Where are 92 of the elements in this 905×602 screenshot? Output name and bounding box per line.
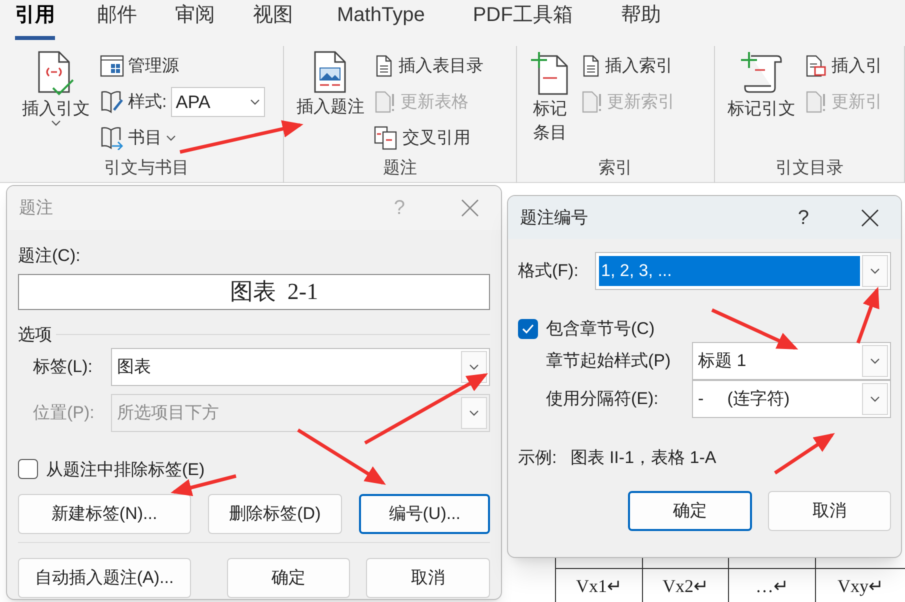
group-label: 索引: [598, 157, 634, 179]
chevron-down-icon: [870, 358, 880, 364]
dialog-button[interactable]: 确定: [226, 558, 350, 598]
document-lines-icon: [374, 55, 394, 77]
ribbon-button[interactable]: 插入表目录: [374, 50, 484, 82]
dialog-button[interactable]: 编号(U)...: [359, 494, 490, 534]
dropdown-field[interactable]: 图表: [111, 348, 490, 386]
check-icon: [522, 324, 534, 334]
ribbon-button[interactable]: 插入题注: [292, 46, 368, 157]
section-heading: 选项: [18, 324, 52, 346]
group-label: 题注: [382, 157, 418, 179]
group-label: 引文与书目: [103, 157, 190, 179]
button-label: 插入引文: [22, 98, 90, 120]
annotation-arrow: [856, 286, 880, 344]
window-title: 题注编号: [520, 206, 589, 229]
field-label: 章节起始样式(P): [545, 350, 672, 372]
table-cell: Vx2↵: [643, 568, 728, 600]
book-brush-icon: [100, 90, 124, 114]
caption-field[interactable]: 图表 2-1: [18, 274, 490, 310]
ribbon-tab[interactable]: 审阅: [175, 2, 215, 40]
ribbon-button[interactable]: 插入引: [805, 50, 882, 82]
ribbon-button[interactable]: 交叉引用: [374, 122, 484, 154]
window-title: 题注: [19, 197, 54, 220]
field-value: 图表: [116, 356, 152, 378]
table-window-icon: [100, 55, 124, 77]
button-label: 标记: [532, 98, 567, 120]
document-scroll-icon: [805, 55, 828, 77]
style-label: 样式:: [128, 91, 167, 114]
field-label: 位置(P):: [32, 402, 96, 424]
dialog-button[interactable]: 取消: [366, 558, 490, 598]
field-label: 标签(L):: [32, 356, 94, 378]
button-label: 条目: [532, 122, 567, 144]
style-dropdown[interactable]: APA: [170, 87, 265, 117]
dropdown-field[interactable]: - (连字符): [692, 380, 891, 418]
ribbon-button[interactable]: 标记引文: [723, 46, 800, 157]
table-cell: Vx1↵: [556, 568, 642, 600]
chevron-down-icon: [870, 396, 880, 402]
field-label: 使用分隔符(E):: [545, 388, 660, 410]
dropdown-value: APA: [176, 90, 210, 114]
dialog-button[interactable]: 新建标签(N)...: [18, 494, 191, 534]
chevron-down-icon: [166, 135, 176, 141]
close-icon[interactable]: [861, 208, 879, 226]
help-button[interactable]: ?: [798, 202, 809, 232]
ribbon-tab[interactable]: PDF工具箱: [472, 2, 573, 40]
chevron-down-icon: [51, 120, 61, 126]
dialog-button[interactable]: 取消: [768, 491, 891, 531]
ribbon-button[interactable]: 书目: [100, 122, 265, 154]
dialog-button[interactable]: 自动插入题注(A)...: [18, 558, 191, 598]
checkbox[interactable]: [18, 459, 38, 480]
button-label: 插入题注: [296, 96, 364, 118]
field-value: 所选项目下方: [116, 402, 220, 424]
document-alert-icon: [580, 91, 603, 113]
field-value: 标题 1: [697, 350, 748, 372]
ribbon-tab[interactable]: 引用: [15, 2, 55, 40]
ribbon-tab[interactable]: 帮助: [620, 2, 661, 40]
ribbon-tab[interactable]: MathType: [337, 2, 425, 40]
document-image-icon: [313, 50, 348, 94]
annotation-arrow: [774, 433, 835, 474]
cross-reference-icon: [374, 126, 398, 150]
field-label: 题注(C):: [18, 245, 80, 265]
field-value: 1, 2, 3, ...: [599, 256, 860, 286]
book-arrow-icon: [100, 126, 124, 150]
ribbon-button[interactable]: 标记 条目: [524, 46, 575, 157]
document-plus-icon: [528, 50, 571, 96]
document-alert-icon: [805, 91, 828, 113]
example-label: 示例:: [518, 446, 557, 468]
example-text: 图表 II-1，表格 1-A: [570, 446, 716, 468]
chevron-down-icon: [469, 410, 479, 416]
ribbon-tab[interactable]: 视图: [253, 2, 293, 40]
chevron-down-icon: [469, 364, 479, 370]
dialog-button[interactable]: 确定: [628, 491, 752, 531]
ribbon-button[interactable]: 管理源: [100, 50, 265, 82]
dropdown-field[interactable]: 1, 2, 3, ...: [595, 252, 891, 290]
chevron-down-icon: [250, 99, 260, 105]
field-value: 图表 2-1: [230, 278, 318, 306]
ribbon-tab[interactable]: 邮件: [97, 2, 137, 40]
table-cell: Vxy↵: [816, 568, 905, 600]
table-cell: …↵: [729, 568, 815, 600]
chevron-down-icon: [870, 268, 880, 274]
ribbon-button[interactable]: 插入引文: [18, 46, 94, 157]
document-alert-icon: [374, 91, 396, 113]
field-label: 格式(F):: [518, 260, 580, 282]
button-label: 标记引文: [727, 98, 796, 120]
dropdown-field[interactable]: 标题 1: [692, 342, 891, 380]
checkbox-label: 从题注中排除标签(E): [46, 458, 205, 480]
document-lines-icon: [580, 55, 601, 77]
dialog-button[interactable]: 删除标签(D): [208, 494, 342, 534]
checkbox[interactable]: [518, 318, 538, 339]
checkbox-label: 包含章节号(C): [546, 318, 655, 340]
ribbon-button[interactable]: 插入索引: [580, 50, 675, 82]
field-value: - (连字符): [697, 388, 791, 410]
group-label: 引文目录: [774, 157, 845, 179]
